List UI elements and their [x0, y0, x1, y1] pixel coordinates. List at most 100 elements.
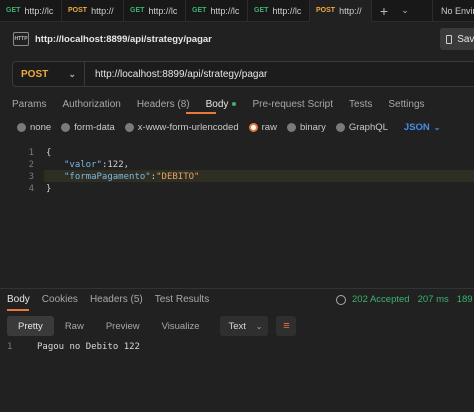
- line-number: 4: [28, 184, 34, 194]
- line-number: 3: [28, 172, 34, 182]
- option-none[interactable]: none: [17, 122, 51, 133]
- radio-icon: [335, 122, 345, 132]
- request-tab-1[interactable]: GET http://lc: [0, 0, 62, 22]
- tab-body[interactable]: Body: [206, 96, 237, 112]
- line-number: 2: [28, 160, 34, 170]
- globe-icon[interactable]: [336, 294, 346, 305]
- response-format-bar: Pretty Raw Preview Visualize Text ⌄ ≡: [7, 316, 297, 336]
- response-tab-test-results[interactable]: Test Results: [155, 294, 209, 308]
- response-body: 1 Pagou no Debito 122: [7, 342, 140, 352]
- format-pretty[interactable]: Pretty: [7, 316, 54, 336]
- tab-method: POST: [68, 7, 88, 14]
- response-tab-headers[interactable]: Headers (5): [90, 294, 143, 308]
- tab-method: POST: [316, 7, 336, 14]
- chevron-down-icon: ⌄: [255, 321, 263, 331]
- tabs-chevron-down-icon[interactable]: ⌄: [396, 5, 414, 16]
- status-code[interactable]: 202 Accepted: [352, 294, 410, 305]
- environment-selector[interactable]: No Envir: [432, 0, 474, 22]
- format-preview[interactable]: Preview: [95, 316, 151, 336]
- tab-settings[interactable]: Settings: [388, 96, 424, 112]
- tab-url: http://: [339, 5, 362, 16]
- response-active-underline: [7, 309, 29, 311]
- radio-icon: [61, 122, 71, 132]
- active-tab-underline: [186, 112, 216, 114]
- tab-method: GET: [254, 7, 269, 14]
- line-number: 1: [7, 342, 13, 352]
- option-graphql[interactable]: GraphQL: [335, 121, 388, 133]
- tab-url: http://lc: [210, 5, 240, 16]
- request-body-editor[interactable]: 1 2 3 4 { "valor":122, "formaPagamento":…: [12, 146, 474, 286]
- request-tab-4[interactable]: GET http://lc: [186, 0, 248, 22]
- chevron-down-icon: ⌄: [433, 122, 441, 132]
- request-tab-2[interactable]: POST http://: [62, 0, 124, 22]
- line-number: 1: [28, 148, 34, 158]
- json-string-value: "DEBITO": [156, 172, 200, 182]
- tab-tests[interactable]: Tests: [349, 96, 372, 112]
- save-button[interactable]: Save: [440, 28, 474, 50]
- request-tab-5[interactable]: GET http://lc: [248, 0, 310, 22]
- radio-icon: [124, 122, 134, 132]
- option-label: x-www-form-urlencoded: [137, 121, 239, 133]
- chevron-down-icon: ⌄: [68, 68, 76, 79]
- option-urlencoded[interactable]: x-www-form-urlencoded: [124, 121, 239, 133]
- tab-url: http://lc: [148, 5, 178, 16]
- tab-method: GET: [6, 7, 21, 14]
- method-select[interactable]: POST ⌄: [13, 62, 85, 86]
- format-visualize[interactable]: Visualize: [151, 316, 211, 336]
- new-tab-plus-icon[interactable]: +: [372, 3, 396, 19]
- response-time[interactable]: 207 ms: [418, 294, 449, 305]
- code-line-2: "valor":122,: [64, 160, 129, 170]
- tab-method: GET: [130, 7, 145, 14]
- tab-url: http://: [91, 5, 114, 16]
- pane-divider[interactable]: [0, 288, 474, 289]
- http-request-icon: HTTP: [13, 32, 29, 46]
- url-input[interactable]: [95, 68, 425, 80]
- radio-icon: [17, 122, 26, 132]
- option-label: binary: [299, 121, 326, 133]
- url-bar: POST ⌄: [12, 61, 474, 87]
- save-icon: [446, 34, 453, 44]
- format-label: JSON: [403, 121, 430, 133]
- body-format-select[interactable]: JSON ⌄: [404, 122, 441, 133]
- response-type-label: Text: [228, 320, 246, 332]
- tab-pre-request-script[interactable]: Pre-request Script: [252, 96, 333, 112]
- code-line-3: "formaPagamento":"DEBITO": [64, 172, 199, 182]
- request-title-row: HTTP http://localhost:8899/api/strategy/…: [0, 27, 474, 53]
- tab-params[interactable]: Params: [12, 96, 46, 112]
- code-close-brace: }: [46, 184, 52, 194]
- response-text: Pagou no Debito 122: [37, 342, 140, 352]
- tab-url: http://lc: [272, 5, 302, 16]
- option-label: GraphQL: [348, 121, 388, 133]
- option-label: form-data: [74, 121, 115, 133]
- body-type-options: none form-data x-www-form-urlencoded raw…: [17, 120, 440, 134]
- option-label: raw: [261, 121, 277, 133]
- response-tab-body[interactable]: Body: [7, 294, 30, 308]
- format-raw[interactable]: Raw: [54, 316, 95, 336]
- tab-bar: GET http://lc POST http:// GET http://lc…: [0, 0, 474, 22]
- radio-icon: [286, 122, 296, 132]
- tab-headers[interactable]: Headers (8): [137, 96, 190, 112]
- code-open-brace: {: [46, 148, 52, 158]
- response-tab-cookies[interactable]: Cookies: [42, 294, 78, 308]
- option-label: none: [30, 121, 52, 133]
- response-status: 202 Accepted 207 ms 189 B: [336, 294, 474, 305]
- json-value: :122,: [101, 160, 130, 170]
- wrap-lines-icon[interactable]: ≡: [276, 316, 297, 336]
- close-tab-icon[interactable]: ✕: [370, 5, 371, 16]
- option-raw[interactable]: raw: [248, 121, 277, 133]
- request-title[interactable]: http://localhost:8899/api/strategy/pagar: [35, 34, 212, 45]
- tab-authorization[interactable]: Authorization: [62, 96, 120, 112]
- body-indicator-dot-icon: [232, 102, 237, 106]
- request-tab-3[interactable]: GET http://lc: [124, 0, 186, 22]
- request-tabs: Params Authorization Headers (8) Body Pr…: [12, 96, 441, 112]
- option-binary[interactable]: binary: [286, 121, 326, 133]
- radio-selected-icon: [248, 122, 258, 132]
- response-type-select[interactable]: Text ⌄: [220, 316, 269, 336]
- response-tabs: Body Cookies Headers (5) Test Results: [7, 294, 221, 308]
- tab-url: http://lc: [24, 5, 54, 16]
- method-label: POST: [21, 68, 49, 80]
- request-tab-6-active[interactable]: POST http:// ✕: [310, 0, 372, 22]
- json-key: "formaPagamento": [64, 172, 151, 182]
- option-form-data[interactable]: form-data: [61, 122, 115, 133]
- response-size[interactable]: 189 B: [457, 294, 474, 305]
